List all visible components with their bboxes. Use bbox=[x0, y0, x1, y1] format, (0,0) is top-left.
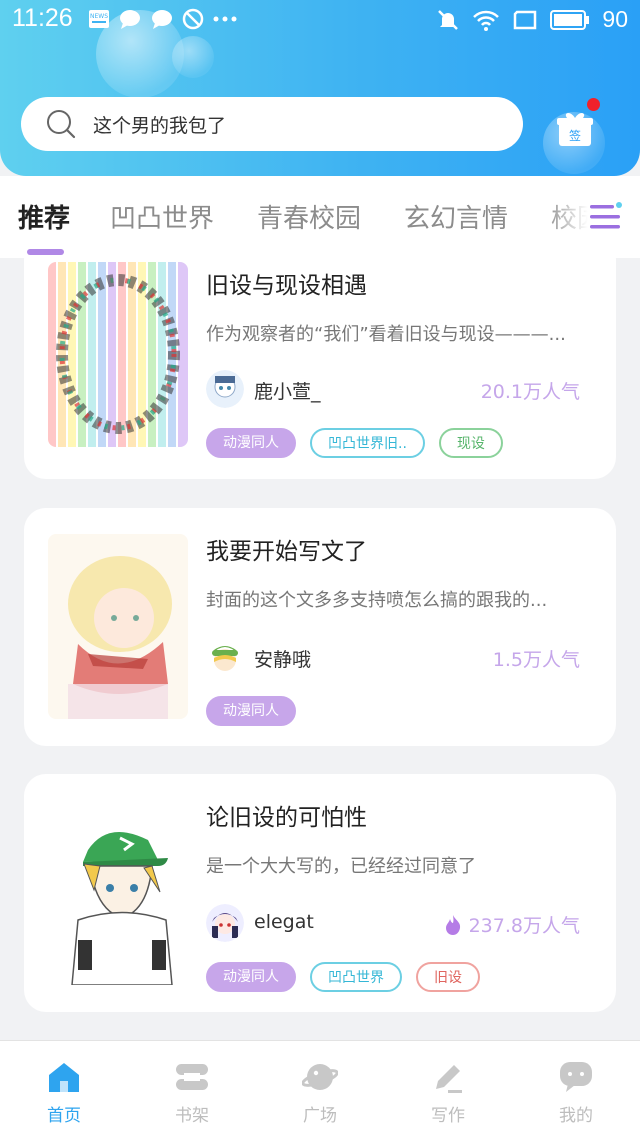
author-name[interactable]: 安静哦 bbox=[254, 645, 311, 672]
search-bar[interactable]: 这个男的我包了 bbox=[21, 97, 523, 151]
cover-image bbox=[48, 262, 188, 447]
notification-badge bbox=[587, 98, 600, 111]
news-icon: NEWS bbox=[89, 10, 109, 28]
search-icon bbox=[47, 110, 76, 139]
story-cover[interactable] bbox=[48, 800, 188, 985]
tag-list: 动漫同人 凹凸世界 旧设 bbox=[206, 962, 480, 992]
story-cover[interactable] bbox=[48, 534, 188, 719]
popularity-text: 20.1万人气 bbox=[480, 381, 580, 403]
bookshelf-icon bbox=[176, 1064, 208, 1090]
tag[interactable]: 现设 bbox=[438, 428, 503, 458]
fire-icon bbox=[445, 914, 460, 935]
story-card[interactable]: 论旧设的可怕性 是一个大大写的，已经经过同意了 elegat 237.8万人气 … bbox=[24, 774, 616, 1012]
nav-write-label: 写作 bbox=[431, 1106, 465, 1126]
battery-icon bbox=[550, 9, 590, 30]
category-tabs: 推荐 凹凸世界 青春校园 玄幻言情 校园 bbox=[0, 176, 640, 258]
planet-icon bbox=[302, 1064, 338, 1090]
tag[interactable]: 动漫同人 bbox=[206, 428, 296, 458]
tag[interactable]: 凹凸世界旧.. bbox=[310, 428, 425, 458]
news-label: NEWS bbox=[90, 13, 108, 20]
tag[interactable]: 动漫同人 bbox=[206, 962, 296, 992]
story-title: 论旧设的可怕性 bbox=[206, 805, 367, 831]
battery-level: 90 bbox=[602, 6, 628, 32]
nav-bookshelf-label: 书架 bbox=[175, 1106, 209, 1126]
tab-youth-campus[interactable]: 青春校园 bbox=[257, 198, 361, 235]
active-tab-indicator bbox=[27, 249, 64, 255]
home-icon bbox=[49, 1063, 79, 1092]
chat-icon bbox=[120, 10, 140, 29]
checkin-label: 签 bbox=[568, 129, 581, 143]
nav-bookshelf[interactable]: 书架 bbox=[128, 1041, 256, 1139]
chat-icon bbox=[152, 10, 172, 29]
story-cover[interactable] bbox=[48, 262, 188, 447]
notification-icons: NEWS bbox=[88, 8, 238, 30]
author-avatar[interactable] bbox=[206, 904, 244, 942]
profile-chat-icon bbox=[560, 1062, 592, 1092]
block-icon bbox=[182, 8, 204, 30]
tab-fantasy-romance[interactable]: 玄幻言情 bbox=[404, 198, 508, 235]
status-time: 11:26 bbox=[12, 4, 73, 32]
tag-list: 动漫同人 凹凸世界旧.. 现设 bbox=[206, 428, 503, 458]
story-title: 我要开始写文了 bbox=[206, 539, 367, 565]
pen-icon bbox=[436, 1065, 462, 1093]
nav-plaza-label: 广场 bbox=[303, 1106, 337, 1126]
nav-profile-label: 我的 bbox=[559, 1106, 593, 1126]
popularity-count: 237.8万人气 bbox=[443, 911, 580, 938]
story-list: 旧设与现设相遇 作为观察者的“我们”看着旧设与现设———... 鹿小萱_ 20.… bbox=[0, 258, 640, 1040]
tag[interactable]: 旧设 bbox=[416, 962, 480, 992]
tag[interactable]: 凹凸世界 bbox=[310, 962, 402, 992]
search-input[interactable]: 这个男的我包了 bbox=[93, 111, 226, 138]
header: 11:26 NEWS 90 这个男的我包了 签 bbox=[0, 0, 640, 176]
checkin-gift-button[interactable]: 签 bbox=[556, 110, 594, 148]
popularity-count: 1.5万人气 bbox=[493, 645, 580, 672]
nav-write[interactable]: 写作 bbox=[384, 1041, 512, 1139]
nav-home[interactable]: 首页 bbox=[0, 1041, 128, 1139]
story-card[interactable]: 旧设与现设相遇 作为观察者的“我们”看着旧设与现设———... 鹿小萱_ 20.… bbox=[24, 258, 616, 479]
screen-icon bbox=[514, 10, 537, 29]
more-dots-icon bbox=[213, 16, 237, 22]
bottom-navigation: 首页 书架 广场 写作 我的 bbox=[0, 1040, 640, 1139]
story-description: 封面的这个文多多支持喷怎么搞的跟我的... bbox=[206, 590, 548, 611]
tab-aotu-world[interactable]: 凹凸世界 bbox=[110, 198, 214, 235]
nav-plaza[interactable]: 广场 bbox=[256, 1041, 384, 1139]
mute-icon bbox=[438, 9, 459, 30]
story-description: 是一个大大写的，已经经过同意了 bbox=[206, 856, 476, 877]
story-description: 作为观察者的“我们”看着旧设与现设———... bbox=[206, 324, 566, 345]
author-name[interactable]: elegat bbox=[254, 911, 314, 933]
author-avatar[interactable] bbox=[206, 638, 244, 676]
decor-bubble bbox=[172, 36, 214, 78]
story-card[interactable]: 我要开始写文了 封面的这个文多多支持喷怎么搞的跟我的... 安静哦 1.5万人气… bbox=[24, 508, 616, 746]
popularity-text: 237.8万人气 bbox=[468, 915, 580, 937]
status-bar: 11:26 NEWS 90 bbox=[0, 0, 640, 40]
author-avatar[interactable] bbox=[206, 370, 244, 408]
cover-image bbox=[48, 800, 188, 985]
category-menu-icon[interactable] bbox=[588, 200, 622, 234]
story-title: 旧设与现设相遇 bbox=[206, 273, 367, 299]
nav-profile[interactable]: 我的 bbox=[512, 1041, 640, 1139]
wifi-icon bbox=[473, 10, 500, 31]
tag-list: 动漫同人 bbox=[206, 696, 296, 726]
nav-home-label: 首页 bbox=[47, 1106, 81, 1126]
tag[interactable]: 动漫同人 bbox=[206, 696, 296, 726]
cover-image bbox=[48, 534, 188, 719]
popularity-count: 20.1万人气 bbox=[481, 377, 580, 404]
popularity-text: 1.5万人气 bbox=[492, 649, 580, 671]
author-name[interactable]: 鹿小萱_ bbox=[254, 377, 321, 404]
system-icons: 90 bbox=[436, 6, 628, 33]
tab-recommend[interactable]: 推荐 bbox=[18, 198, 70, 235]
